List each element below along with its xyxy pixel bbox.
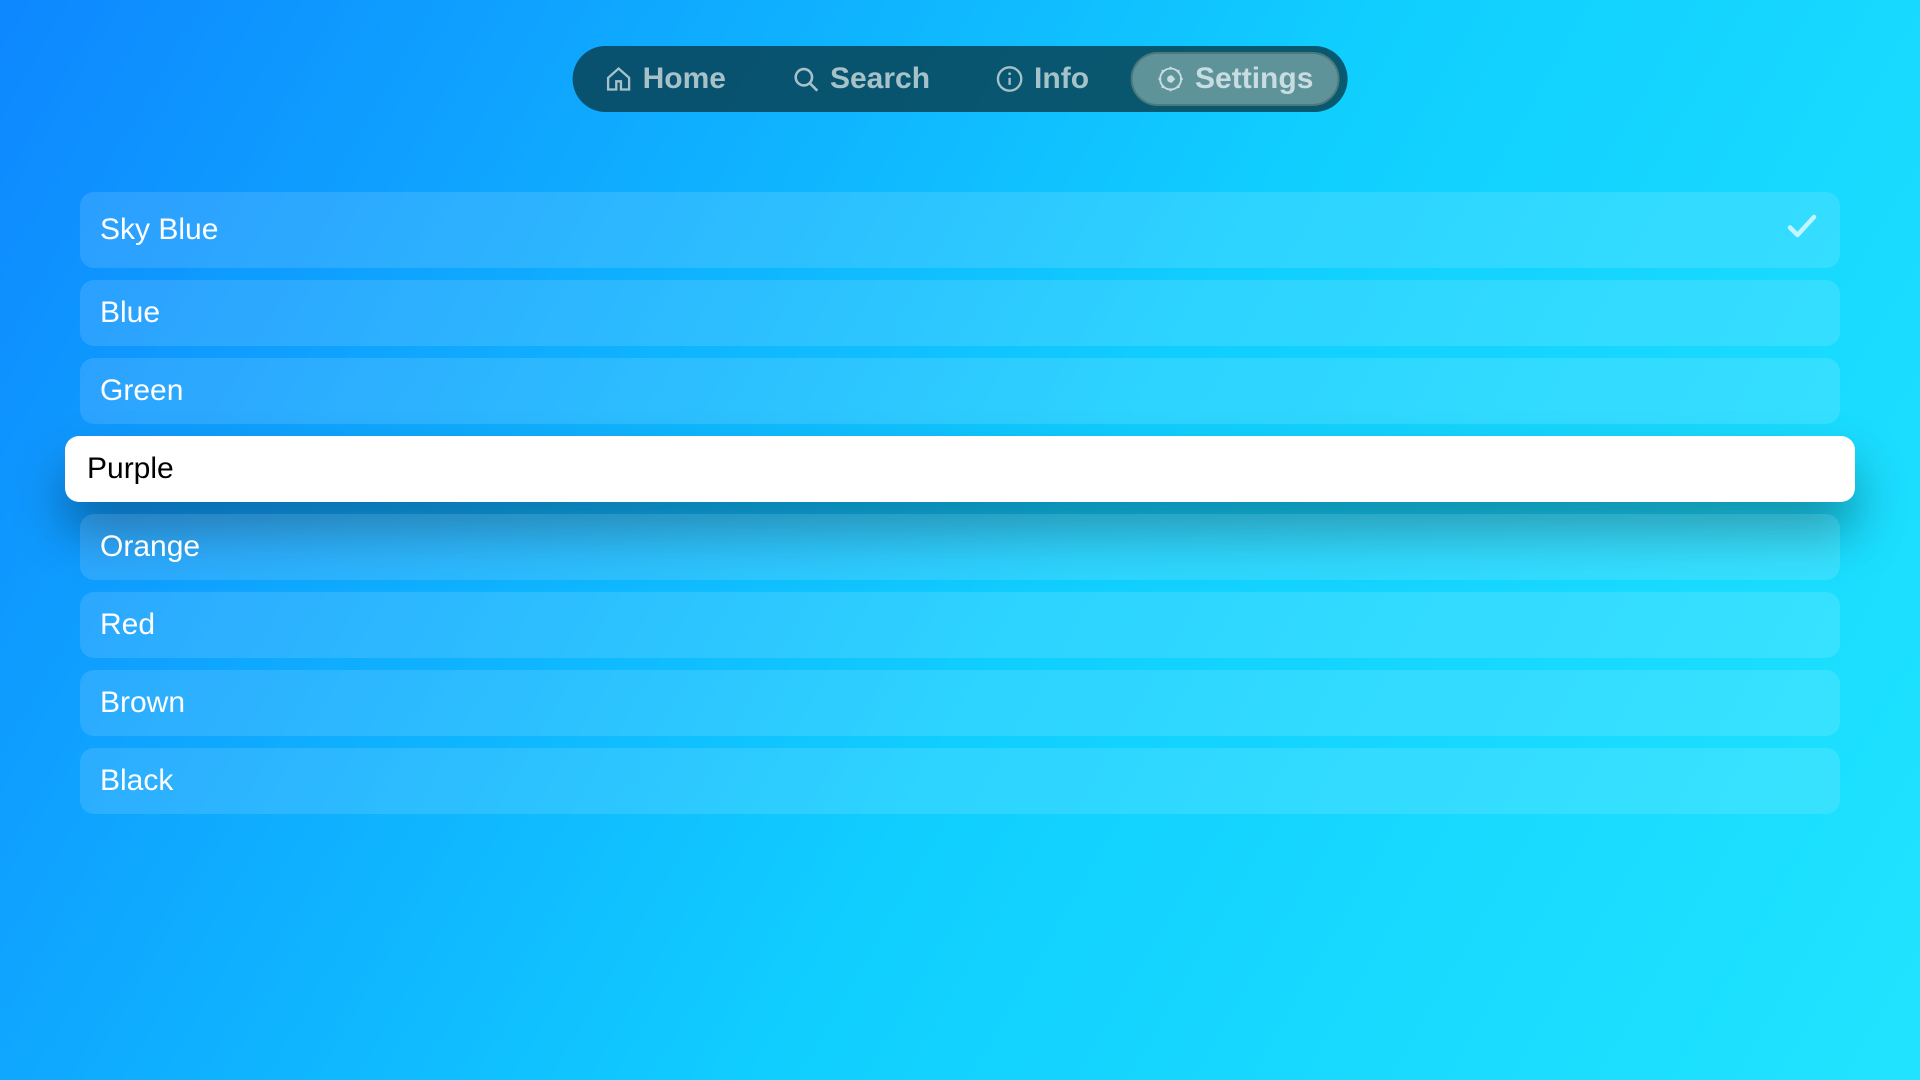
list-item-blue[interactable]: Blue (80, 280, 1840, 346)
nav-item-settings[interactable]: Settings (1131, 52, 1339, 106)
list-item-red[interactable]: Red (80, 592, 1840, 658)
list-item-label: Purple (87, 452, 174, 486)
nav-item-info[interactable]: Info (972, 52, 1113, 106)
list-item-label: Red (100, 608, 155, 642)
list-item-label: Black (100, 764, 173, 798)
settings-list: Sky Blue Blue Green Purple Orange Red Br… (80, 192, 1840, 826)
list-item-green[interactable]: Green (80, 358, 1840, 424)
nav-bar: Home Search Info (573, 46, 1348, 112)
list-item-purple[interactable]: Purple (65, 436, 1855, 502)
list-item-label: Blue (100, 296, 160, 330)
info-icon (996, 65, 1024, 93)
home-icon (605, 65, 633, 93)
nav-label: Home (643, 62, 726, 96)
nav-label: Settings (1195, 62, 1313, 96)
list-item-orange[interactable]: Orange (80, 514, 1840, 580)
nav-label: Search (830, 62, 930, 96)
list-item-label: Orange (100, 530, 200, 564)
search-icon (792, 65, 820, 93)
gear-icon (1157, 65, 1185, 93)
list-item-label: Sky Blue (100, 213, 218, 247)
nav-label: Info (1034, 62, 1089, 96)
checkmark-icon (1784, 208, 1820, 252)
list-item-brown[interactable]: Brown (80, 670, 1840, 736)
list-item-label: Green (100, 374, 183, 408)
nav-item-home[interactable]: Home (581, 52, 750, 106)
list-item-sky-blue[interactable]: Sky Blue (80, 192, 1840, 268)
list-item-black[interactable]: Black (80, 748, 1840, 814)
list-item-label: Brown (100, 686, 185, 720)
nav-item-search[interactable]: Search (768, 52, 954, 106)
